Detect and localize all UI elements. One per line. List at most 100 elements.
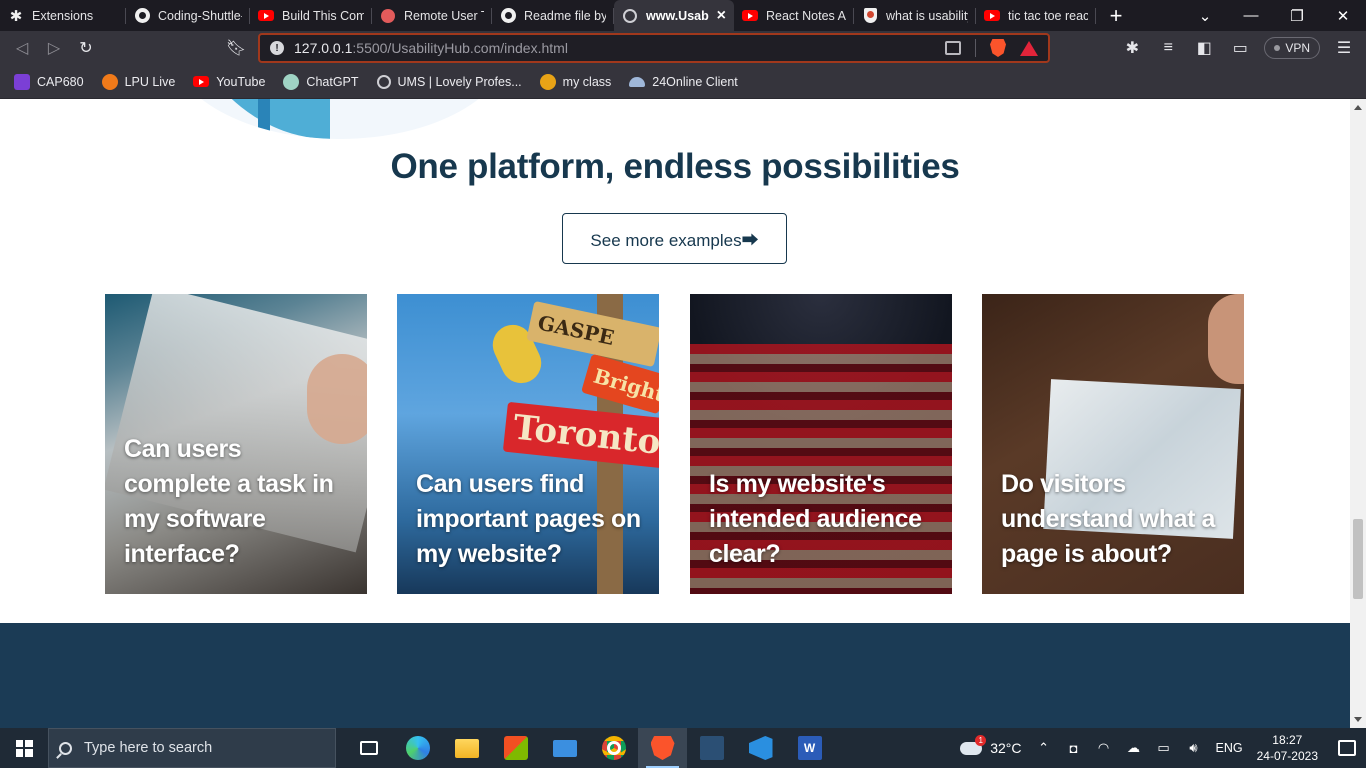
example-card-page-about[interactable]: Do visitors understand what a page is ab…: [982, 294, 1244, 594]
meet-now-icon[interactable]: ◘: [1066, 741, 1082, 756]
forward-icon[interactable]: ▷: [38, 31, 70, 65]
store-button[interactable]: [491, 728, 540, 768]
reload-icon[interactable]: ↻: [70, 31, 102, 65]
bookmark-youtube[interactable]: YouTube: [193, 74, 265, 90]
hero-shape: [258, 99, 270, 139]
url-path: :5500/UsabilityHub.com/index.html: [352, 40, 568, 56]
windows-logo-icon: [15, 739, 33, 757]
tab-title: Build This Comp: [282, 8, 364, 23]
back-icon[interactable]: ◁: [6, 31, 38, 65]
close-tab-icon[interactable]: ×: [717, 7, 726, 25]
page-scrollbar[interactable]: [1350, 99, 1366, 728]
share-icon[interactable]: [945, 41, 961, 55]
start-button[interactable]: [0, 728, 48, 768]
section-heading: One platform, endless possibilities: [390, 147, 960, 186]
playlist-icon[interactable]: ≡: [1152, 31, 1184, 65]
bookmark-label: YouTube: [216, 74, 266, 89]
vscode-button[interactable]: [736, 728, 785, 768]
bookmark-ums[interactable]: UMS | Lovely Profes...: [376, 74, 522, 89]
tab-readme-file[interactable]: Readme file by: [492, 0, 614, 31]
brave-shields-icon[interactable]: [990, 39, 1006, 57]
bookmark-my-class[interactable]: my class: [539, 73, 612, 90]
divider: [975, 39, 976, 57]
tab-usabilityhub-active[interactable]: www.Usabil ×: [614, 0, 734, 31]
chrome-button[interactable]: [589, 728, 638, 768]
brave-button[interactable]: [638, 728, 687, 768]
example-card-audience[interactable]: Is my website's intended audience clear?: [690, 294, 952, 594]
card-title: Can users find important pages on my web…: [416, 470, 641, 568]
task-view-icon: [359, 741, 378, 755]
brave-rewards-icon[interactable]: [1020, 40, 1038, 56]
task-view-button[interactable]: [344, 728, 393, 768]
chatgpt-icon: [283, 73, 300, 90]
tab-tic-tac-toe[interactable]: tic tac toe react: [976, 0, 1096, 31]
clock[interactable]: 18:27 24-07-2023: [1257, 732, 1318, 764]
youtube-icon: [984, 8, 1000, 24]
tab-remote-user-test[interactable]: Remote User Te: [372, 0, 492, 31]
sidebar-icon[interactable]: ◧: [1188, 31, 1220, 65]
search-placeholder: Type here to search: [84, 740, 213, 756]
wallet-icon[interactable]: ▭: [1224, 31, 1256, 65]
tab-coding-shuttle[interactable]: Coding-Shuttle-: [126, 0, 250, 31]
brave-icon: [650, 736, 675, 760]
maximize-icon[interactable]: ❐: [1274, 0, 1320, 31]
bookmarks-bar: CAP680 LPU Live YouTube ChatGPT UMS | Lo…: [0, 65, 1366, 99]
minimize-icon[interactable]: —: [1228, 0, 1274, 31]
tab-build-this-comp[interactable]: Build This Comp: [250, 0, 372, 31]
tab-what-is-usability[interactable]: what is usability: [854, 0, 976, 31]
github-icon: [134, 8, 150, 24]
bookmark-icon[interactable]: 🔖︎: [220, 31, 252, 65]
url-host: 127.0.0.1: [294, 40, 353, 56]
notifications-icon[interactable]: [1338, 740, 1356, 756]
edge-button[interactable]: [393, 728, 442, 768]
bookmark-label: UMS | Lovely Profes...: [397, 74, 522, 89]
bookmark-label: 24Online Client: [652, 74, 738, 89]
bookmark-chatgpt[interactable]: ChatGPT: [283, 73, 359, 90]
bookmark-label: LPU Live: [124, 74, 176, 89]
volume-icon[interactable]: 🔊︎: [1186, 740, 1202, 755]
globe-icon: [376, 74, 391, 89]
onedrive-icon[interactable]: ☁: [1126, 740, 1142, 755]
extensions-icon[interactable]: ✱: [1116, 31, 1148, 65]
bookmark-lpu-live[interactable]: LPU Live: [101, 73, 176, 90]
tab-search-chevron-icon[interactable]: ⌄: [1182, 0, 1228, 31]
tab-title: Coding-Shuttle-: [158, 8, 242, 23]
tab-react-notes[interactable]: React Notes Ap: [734, 0, 854, 31]
scrollbar-thumb[interactable]: [1353, 519, 1363, 599]
bookmark-label: my class: [562, 74, 612, 89]
example-card-find-pages[interactable]: GASPE Bright Toronto Can users find impo…: [397, 294, 659, 594]
bookmark-cap680[interactable]: CAP680: [14, 73, 84, 90]
battery-icon[interactable]: ▭: [1156, 740, 1172, 755]
file-explorer-button[interactable]: [442, 728, 491, 768]
site-info-icon[interactable]: !: [270, 41, 284, 55]
menu-icon[interactable]: ☰: [1328, 31, 1360, 65]
close-window-icon[interactable]: ✕: [1320, 0, 1366, 31]
wifi-icon[interactable]: ◠: [1096, 740, 1112, 755]
language-indicator[interactable]: ENG: [1216, 741, 1243, 755]
tab-title: what is usability: [886, 8, 968, 23]
new-tab-icon[interactable]: +: [1096, 3, 1136, 29]
weather-badge: 1: [975, 734, 987, 746]
mysql-workbench-button[interactable]: [687, 728, 736, 768]
weather-widget[interactable]: 1 32°C: [960, 734, 1022, 756]
browser-toolbar: ◁ ▷ ↻ 🔖︎ ! 127.0.0.1:5500/UsabilityHub.c…: [0, 31, 1366, 65]
tab-extensions[interactable]: ✱ Extensions: [0, 0, 126, 31]
word-button[interactable]: W: [785, 728, 834, 768]
bookmark-24online[interactable]: 24Online Client: [629, 74, 738, 89]
mail-button[interactable]: [540, 728, 589, 768]
red-circle-icon: [380, 8, 396, 24]
taskbar-search[interactable]: Type here to search: [48, 728, 336, 768]
hand-image: [307, 354, 367, 444]
scroll-up-icon[interactable]: [1354, 105, 1362, 110]
page-viewport: One platform, endless possibilities See …: [0, 99, 1350, 728]
url-text[interactable]: 127.0.0.1:5500/UsabilityHub.com/index.ht…: [294, 40, 568, 56]
tab-title: React Notes Ap: [766, 8, 846, 23]
example-card-task[interactable]: Can users complete a task in my software…: [105, 294, 367, 594]
vscode-icon: [748, 736, 773, 760]
address-bar[interactable]: ! 127.0.0.1:5500/UsabilityHub.com/index.…: [258, 33, 1050, 63]
vpn-status-dot: [1274, 45, 1281, 51]
see-more-examples-button[interactable]: See more examples⮕: [562, 213, 787, 264]
scroll-down-icon[interactable]: [1354, 717, 1362, 722]
chevron-up-icon[interactable]: ⌃: [1036, 740, 1052, 755]
vpn-button[interactable]: VPN: [1264, 37, 1320, 59]
